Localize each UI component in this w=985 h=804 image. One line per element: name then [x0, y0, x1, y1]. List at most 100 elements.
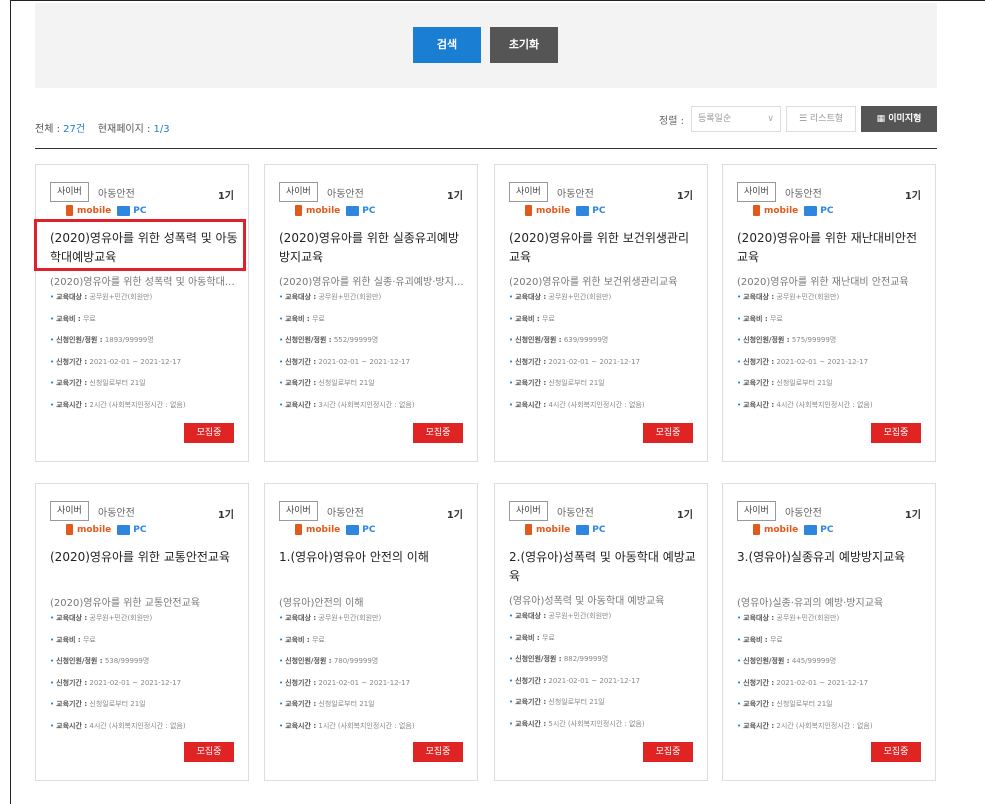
course-title[interactable]: 1.(영유아)영유아 안전의 이해: [279, 548, 469, 567]
term-label: 1기: [676, 191, 693, 202]
total-unit: 건: [75, 124, 86, 135]
detail-label: 교육기간 :: [515, 379, 547, 387]
detail-label: 신청인원/정원 :: [285, 657, 332, 665]
pc-label: PC: [592, 205, 606, 216]
detail-value: 공무원+민간(회원만): [548, 612, 612, 620]
detail-period: 신청기간 : 2021-02-01 ~ 2021-12-17: [737, 356, 932, 378]
recruiting-status-button[interactable]: 모집중: [643, 742, 693, 762]
detail-capacity: 신청인원/정원 : 552/99999명: [279, 334, 474, 356]
detail-value: 공무원+민간(회원만): [548, 293, 612, 301]
detail-value: 공무원+민간(회원만): [318, 293, 382, 301]
course-card[interactable]: 사이버 아동안전 1기 mobile PC (2020)영유아를 위한 성폭력 및 아동학…: [35, 164, 249, 462]
detail-value: 신청일로부터 21일: [89, 379, 146, 387]
recruiting-status-button[interactable]: 모집중: [871, 423, 921, 443]
type-badge: 사이버: [50, 501, 89, 521]
course-card[interactable]: 사이버 아동안전 1기 mobile PC (2020)영유아를 위한 보건위생관리교육 (…: [494, 164, 708, 462]
recruiting-status-button[interactable]: 모집중: [643, 423, 693, 443]
detail-value: 552/99999명: [333, 336, 379, 344]
detail-value: 공무원+민간(회원만): [776, 293, 840, 301]
detail-label: 신청기간 :: [285, 678, 317, 687]
course-card[interactable]: 사이버 아동안전 1기 mobile PC (2020)영유아를 위한 재난대비안전교육 (…: [722, 164, 936, 462]
chevron-down-icon: ∨: [767, 114, 774, 124]
course-title[interactable]: (2020)영유아를 위한 보건위생관리교육: [509, 229, 699, 267]
detail-value: 575/99999명: [791, 336, 837, 344]
course-title[interactable]: (2020)영유아를 위한 실종유괴예방방지교육: [279, 229, 469, 267]
term-label: 1기: [217, 191, 234, 202]
detail-value: 538/99999명: [104, 657, 150, 665]
course-card[interactable]: 사이버 아동안전 1기 mobile PC 1.(영유아)영유아 안전의 이해 (영유아)안…: [264, 483, 478, 781]
detail-label: 교육비 :: [515, 314, 540, 323]
list-view-button[interactable]: ☰ 리스트형: [786, 106, 856, 132]
device-info: mobile PC: [525, 524, 605, 535]
recruiting-status-button[interactable]: 모집중: [184, 742, 234, 762]
detail-value: 2021-02-01 ~ 2021-12-17: [548, 676, 641, 685]
mobile-icon: [525, 205, 532, 216]
detail-target: 교육대상 : 공무원+민간(회원만): [279, 612, 474, 634]
search-button[interactable]: 검색: [413, 27, 481, 63]
sort-select[interactable]: 등록일순 ∨: [691, 106, 781, 132]
course-title[interactable]: (2020)영유아를 위한 재난대비안전교육: [737, 229, 927, 267]
detail-label: 신청기간 :: [56, 357, 88, 366]
detail-value: 3시간 (사회복지인정시간 : 없음): [318, 400, 415, 409]
pc-icon: [117, 524, 131, 535]
detail-label: 교육비 :: [56, 314, 81, 323]
detail-duration: 교육기간 : 신청일로부터 21일: [50, 698, 245, 720]
course-title[interactable]: (2020)영유아를 위한 교통안전교육: [50, 548, 240, 567]
detail-label: 교육시간 :: [56, 721, 88, 730]
recruiting-status-button[interactable]: 모집중: [184, 423, 234, 443]
detail-value: 882/99999명: [563, 655, 609, 663]
course-title[interactable]: 3.(영유아)실종유괴 예방방지교육: [737, 548, 927, 567]
pc-label: PC: [133, 205, 147, 216]
course-details: 교육대상 : 공무원+민간(회원만)교육비 : 무료신청인원/정원 : 882/…: [509, 610, 704, 739]
course-details: 교육대상 : 공무원+민간(회원만)교육비 : 무료신청인원/정원 : 445/…: [737, 612, 932, 741]
detail-label: 교육시간 :: [285, 400, 317, 409]
course-card[interactable]: 사이버 아동안전 1기 mobile PC 2.(영유아)성폭력 및 아동학대 예방교육 (…: [494, 483, 708, 781]
detail-label: 교육대상 :: [285, 614, 317, 622]
course-details: 교육대상 : 공무원+민간(회원만)교육비 : 무료신청인원/정원 : 780/…: [279, 612, 474, 741]
mobile-label: mobile: [77, 524, 112, 535]
device-info: mobile PC: [753, 205, 833, 216]
detail-duration: 교육기간 : 신청일로부터 21일: [50, 377, 245, 399]
detail-hours: 교육시간 : 2시간 (사회복지인정시간 : 없음): [50, 399, 245, 421]
recruiting-status-button[interactable]: 모집중: [871, 742, 921, 762]
detail-label: 교육비 :: [285, 314, 310, 323]
detail-value: 1893/99999명: [104, 336, 154, 344]
detail-value: 공무원+민간(회원만): [776, 614, 840, 622]
detail-label: 신청인원/정원 :: [515, 336, 562, 344]
detail-fee: 교육비 : 무료: [279, 634, 474, 656]
list-icon: ☰: [798, 114, 808, 124]
detail-fee: 교육비 : 무료: [737, 313, 932, 335]
detail-duration: 교육기간 : 신청일로부터 21일: [509, 377, 704, 399]
detail-capacity: 신청인원/정원 : 1893/99999명: [50, 334, 245, 356]
detail-label: 신청기간 :: [743, 678, 775, 687]
highlight-box: [34, 219, 246, 271]
detail-value: 2021-02-01 ~ 2021-12-17: [776, 678, 869, 687]
detail-capacity: 신청인원/정원 : 882/99999명: [509, 653, 704, 675]
course-title[interactable]: 2.(영유아)성폭력 및 아동학대 예방교육: [509, 548, 699, 586]
device-info: mobile PC: [295, 205, 375, 216]
recruiting-status-button[interactable]: 모집중: [413, 742, 463, 762]
detail-value: 2021-02-01 ~ 2021-12-17: [89, 357, 182, 366]
image-view-button[interactable]: ▦ 이미지형: [861, 106, 937, 132]
recruiting-status-button[interactable]: 모집중: [413, 423, 463, 443]
detail-period: 신청기간 : 2021-02-01 ~ 2021-12-17: [737, 677, 932, 699]
detail-fee: 교육비 : 무료: [737, 634, 932, 656]
detail-label: 교육대상 :: [515, 293, 547, 301]
category-label: 아동안전: [327, 189, 364, 200]
term-label: 1기: [446, 510, 463, 521]
type-badge: 사이버: [737, 182, 776, 202]
device-info: mobile PC: [66, 524, 146, 535]
detail-capacity: 신청인원/정원 : 538/99999명: [50, 655, 245, 677]
reset-button[interactable]: 초기화: [490, 27, 558, 63]
detail-label: 신청기간 :: [515, 357, 547, 366]
course-card[interactable]: 사이버 아동안전 1기 mobile PC (2020)영유아를 위한 교통안전교육 (20…: [35, 483, 249, 781]
course-subtitle: (영유아)성폭력 및 아동학대 예방교육: [509, 596, 665, 607]
detail-target: 교육대상 : 공무원+민간(회원만): [509, 291, 704, 313]
course-card[interactable]: 사이버 아동안전 1기 mobile PC (2020)영유아를 위한 실종유괴예방방지교…: [264, 164, 478, 462]
detail-value: 2시간 (사회복지인정시간 : 없음): [89, 400, 186, 409]
course-card[interactable]: 사이버 아동안전 1기 mobile PC 3.(영유아)실종유괴 예방방지교육 (영유아)…: [722, 483, 936, 781]
category-label: 아동안전: [785, 189, 822, 200]
detail-value: 무료: [541, 314, 555, 323]
detail-label: 교육대상 :: [743, 614, 775, 622]
device-info: mobile PC: [295, 524, 375, 535]
